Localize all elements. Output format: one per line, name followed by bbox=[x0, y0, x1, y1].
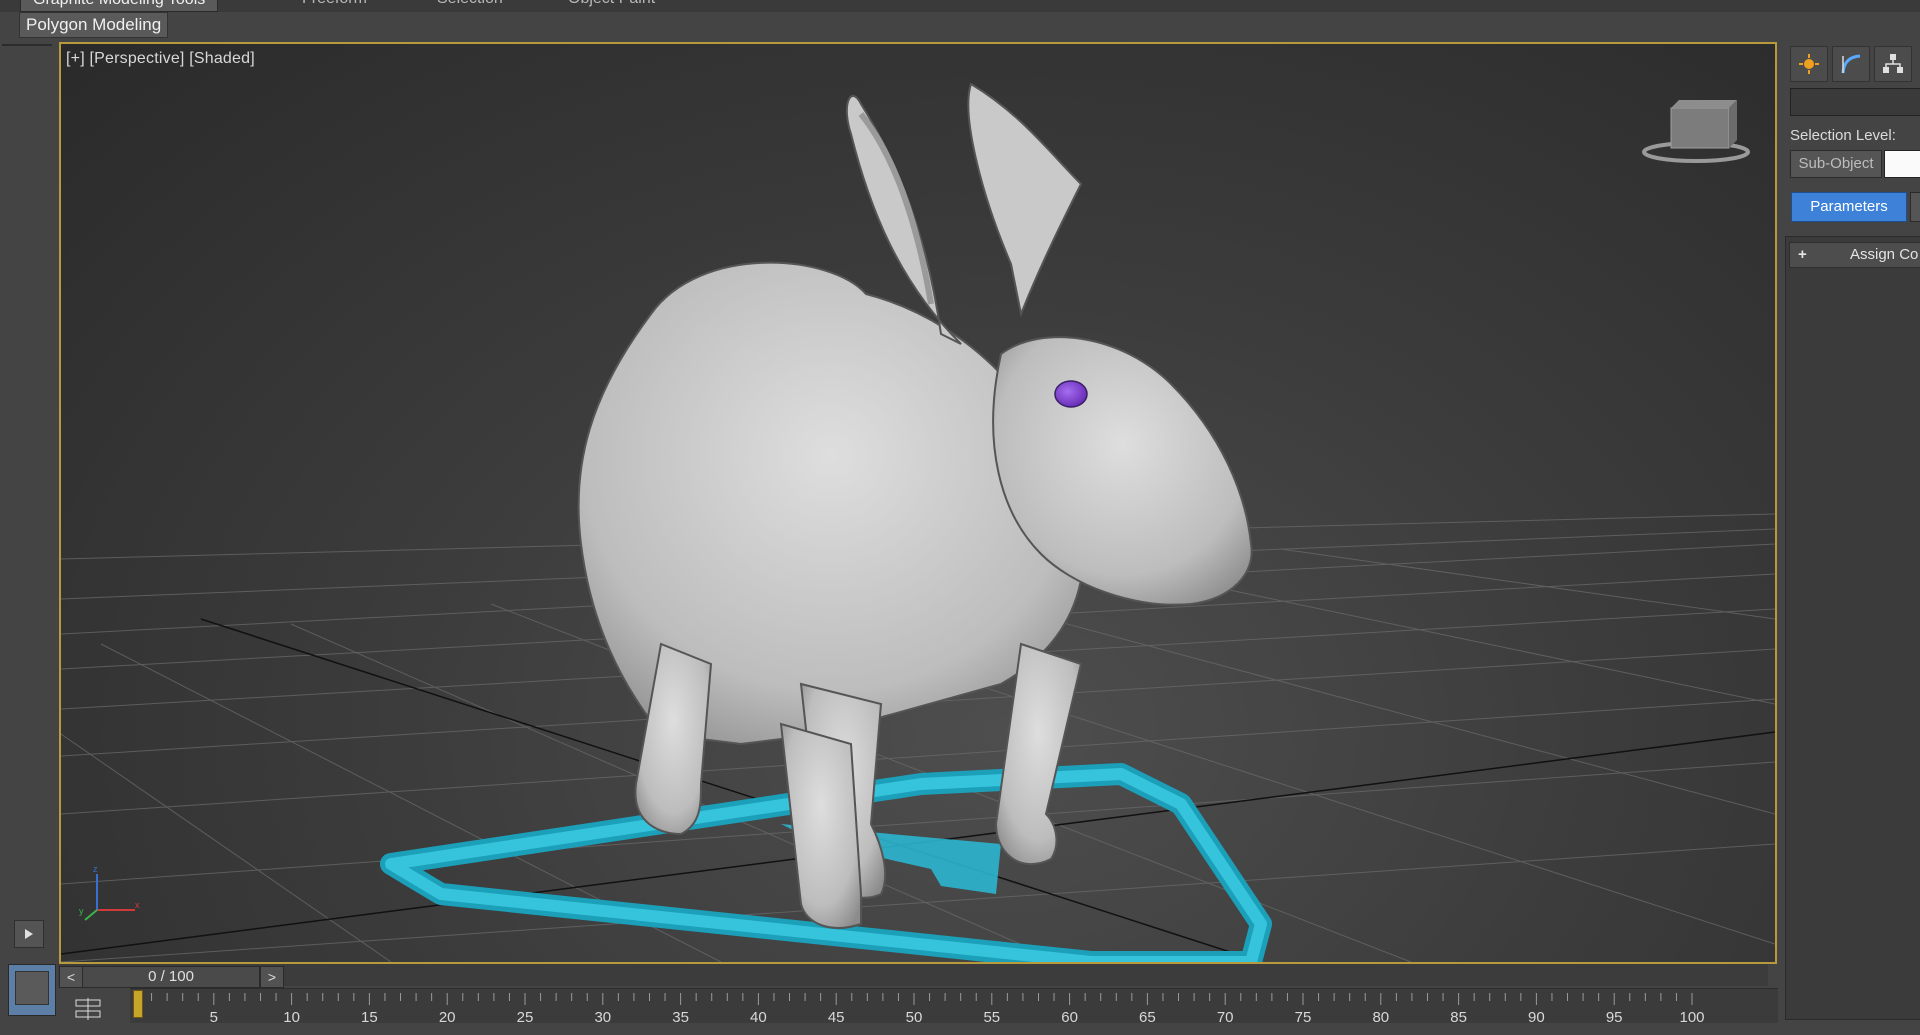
trackbar-tick-label: 15 bbox=[361, 1009, 378, 1026]
sub-object-dropdown[interactable] bbox=[1884, 150, 1920, 178]
trackbar-tick-label: 100 bbox=[1679, 1009, 1705, 1026]
trackbar-tick-label: 65 bbox=[1139, 1009, 1156, 1026]
rabbit-model bbox=[577, 82, 1253, 929]
mini-viewport-icon bbox=[15, 971, 49, 1005]
tab-object-paint[interactable]: Object Paint bbox=[556, 0, 667, 10]
left-strip-divider bbox=[2, 44, 52, 46]
trackbar-tick-label: 10 bbox=[283, 1009, 300, 1026]
parameters-button[interactable]: Parameters bbox=[1791, 192, 1907, 222]
time-slider-thumb[interactable]: 0 / 100 bbox=[82, 966, 260, 988]
time-slider-prev-button[interactable]: < bbox=[59, 966, 83, 988]
trackbar-tick-label: 70 bbox=[1216, 1009, 1234, 1026]
polygon-modeling-panel-button[interactable]: Polygon Modeling bbox=[19, 12, 169, 38]
hierarchy-tab[interactable] bbox=[1874, 46, 1912, 82]
trackbar-tick-label: 95 bbox=[1605, 1009, 1623, 1026]
mini-curve-editor-button[interactable] bbox=[8, 964, 56, 1016]
time-slider-next-button[interactable]: > bbox=[260, 966, 284, 988]
filter-keys-icon bbox=[75, 998, 101, 1020]
command-panel-tabs bbox=[1790, 46, 1912, 82]
selection-level-label: Selection Level: bbox=[1790, 127, 1896, 144]
create-tab[interactable] bbox=[1790, 46, 1828, 82]
axis-tripod-icon: x z y bbox=[79, 864, 140, 921]
curve-icon bbox=[1841, 54, 1861, 74]
svg-text:x: x bbox=[135, 900, 140, 910]
trackbar-tick-label: 25 bbox=[516, 1009, 534, 1026]
hierarchy-icon bbox=[1883, 54, 1903, 73]
assign-controller-rollout[interactable]: + Assign Co bbox=[1789, 242, 1920, 268]
trackbar-tick-label: 20 bbox=[438, 1009, 456, 1026]
rollout-label: Assign Co bbox=[1850, 246, 1919, 263]
trackbar-tick-label: 35 bbox=[672, 1009, 689, 1026]
trackbar-tick-label: 60 bbox=[1061, 1009, 1078, 1026]
trackbar-tick-label: 30 bbox=[594, 1009, 612, 1026]
object-name-field[interactable] bbox=[1790, 88, 1920, 116]
trackbar-tick-label: 5 bbox=[209, 1009, 218, 1026]
trackbar-tick-label: 50 bbox=[905, 1009, 923, 1026]
next-panel-button[interactable] bbox=[1910, 192, 1920, 222]
expand-track-button[interactable] bbox=[14, 920, 44, 948]
command-panel-body bbox=[1785, 236, 1920, 1020]
viewport-label[interactable]: [+] [Perspective] [Shaded] bbox=[66, 50, 255, 68]
expand-plus-icon: + bbox=[1798, 246, 1807, 263]
viewport-scene bbox=[61, 82, 1775, 962]
time-slider-track[interactable] bbox=[58, 964, 1768, 986]
trackbar-tick-label: 40 bbox=[750, 1009, 767, 1026]
trackbar-tick-label: 75 bbox=[1294, 1009, 1312, 1026]
sub-object-button[interactable]: Sub-Object bbox=[1790, 150, 1882, 178]
trackbar-tick-label: 90 bbox=[1528, 1009, 1545, 1026]
ribbon-panel-row: Polygon Modeling bbox=[0, 12, 1920, 40]
svg-text:y: y bbox=[79, 906, 84, 916]
viewcube-icon[interactable] bbox=[1641, 96, 1751, 166]
play-icon bbox=[25, 929, 33, 939]
tab-freeform[interactable]: Freeform bbox=[290, 0, 379, 10]
trackbar-tick-label: 45 bbox=[827, 1009, 845, 1026]
open-mini-curve-editor-button[interactable] bbox=[68, 988, 108, 1030]
perspective-viewport[interactable]: [+] [Perspective] [Shaded] x z y bbox=[59, 42, 1777, 964]
tab-selection[interactable]: Selection bbox=[425, 0, 515, 10]
sun-icon bbox=[1799, 54, 1819, 74]
tab-graphite-modeling-tools[interactable]: Graphite Modeling Tools bbox=[20, 0, 219, 12]
modify-tab[interactable] bbox=[1832, 46, 1870, 82]
trackbar-tick-label: 55 bbox=[983, 1009, 1001, 1026]
current-frame-marker[interactable] bbox=[133, 990, 143, 1018]
svg-text:z: z bbox=[93, 864, 98, 874]
trackbar-tick-label: 85 bbox=[1450, 1009, 1467, 1026]
left-toolbar-strip bbox=[0, 40, 58, 1000]
trackbar-tick-label: 80 bbox=[1372, 1009, 1390, 1026]
